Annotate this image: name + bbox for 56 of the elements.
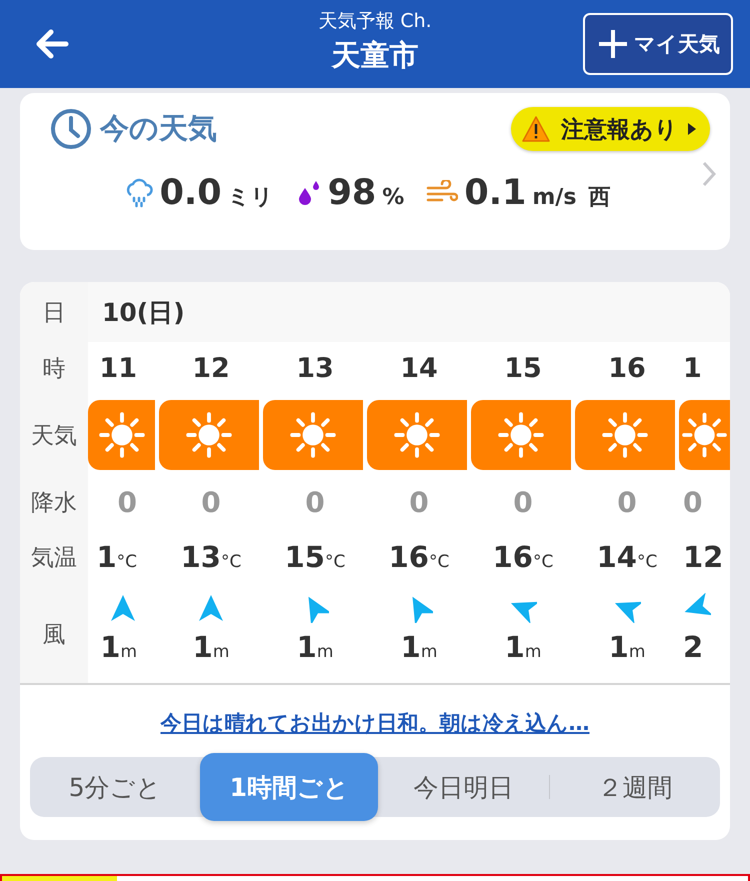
precip-cell: 0 [513, 486, 533, 519]
precip-cell: 0 [409, 486, 429, 519]
hour-cell: 15 [504, 353, 542, 384]
temperature-cell: 1°C [96, 540, 137, 574]
wind-speed-cell: 1m [504, 630, 542, 664]
current-weather-title: 今の天気 [100, 110, 217, 147]
hour-cell: 16 [608, 353, 646, 384]
app-name: 天気予報 Ch. [318, 9, 432, 34]
precip-cell: 0 [118, 486, 137, 519]
triangle-right-icon [688, 123, 696, 135]
rain-value: 0.0 [160, 173, 222, 213]
hour-cell: 1 [683, 353, 702, 384]
precip-cell: 0 [201, 486, 221, 519]
wind-speed-cell: 1m [400, 630, 438, 664]
temperature-cell: 13°C [180, 540, 242, 574]
row-label: 天気 [31, 422, 77, 450]
tab[interactable]: 今日明日 [378, 757, 549, 817]
city-title: 天童市 [332, 37, 418, 74]
row-label: 気温 [31, 544, 77, 573]
row-label: 風 [42, 620, 66, 650]
tab[interactable]: 5分ごと [30, 757, 200, 817]
wind-direction: 西 [588, 184, 610, 212]
precip-cell: 0 [305, 486, 325, 519]
wind-speed-cell: 1 m [100, 630, 137, 664]
temperature-cell: 12 [683, 540, 724, 574]
wind-speed-cell: 1m [608, 630, 646, 664]
temperature-cell: 15°C [284, 540, 346, 574]
current-weather-card[interactable]: 今の天気 注意報あり 0.0 ミリ 98 % 0.1 m/s 西 [20, 93, 730, 250]
humidity-unit: % [382, 185, 404, 210]
clock-icon [50, 108, 92, 150]
wind-speed-cell: 1m [192, 630, 230, 664]
rain-unit: ミリ [228, 184, 274, 212]
forecast-summary-link[interactable]: 今日は晴れてお出かけ日和。朝は冷え込ん… [20, 709, 730, 737]
wind-speed-cell: 2 [683, 630, 704, 664]
temperature-cell: 16°C [388, 540, 450, 574]
temperature-cell: 16°C [492, 540, 554, 574]
add-my-weather-button[interactable]: マイ天気 [583, 13, 733, 75]
advisory-badge[interactable]: 注意報あり [511, 107, 710, 151]
hour-cell: 12 [192, 353, 230, 384]
tab[interactable]: ２週間 [550, 757, 720, 817]
hour-cell: 13 [296, 353, 334, 384]
row-label: 降水 [31, 489, 77, 518]
wind-speed-cell: 1m [296, 630, 334, 664]
row-label: 日 [42, 298, 66, 328]
precip-cell: 0 [617, 486, 637, 519]
hour-cell: 14 [400, 353, 438, 384]
date-label: 10(日) [102, 296, 185, 328]
humidity-value: 98 [328, 173, 376, 213]
row-label: 時 [42, 355, 66, 384]
wind-value: 0.1 [464, 173, 526, 213]
temperature-cell: 14°C [596, 540, 658, 574]
plus-icon [596, 27, 630, 61]
warning-icon [521, 115, 551, 143]
precip-cell: 0 [683, 486, 702, 519]
wind-unit: m/s [532, 185, 576, 210]
hour-cell: 11 [99, 353, 137, 384]
